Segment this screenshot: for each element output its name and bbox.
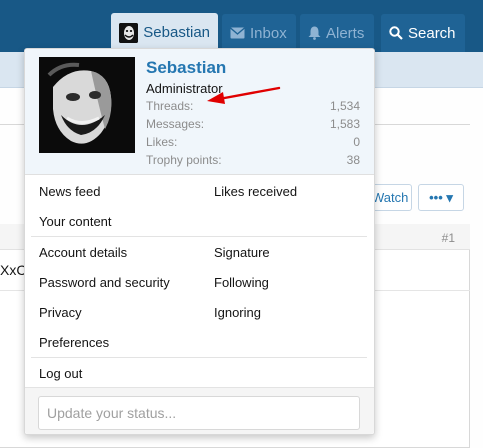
search-icon — [389, 26, 403, 40]
menu-divider — [31, 357, 367, 358]
status-update-area — [25, 387, 374, 434]
inbox-tab[interactable]: Inbox — [222, 14, 296, 52]
stat-label: Messages: — [146, 117, 205, 131]
post-number[interactable]: #1 — [442, 231, 455, 245]
annotation-arrow-icon — [207, 86, 281, 104]
stat-messages: Messages: 1,583 — [146, 117, 360, 131]
menu-item-log-out[interactable]: Log out — [39, 366, 82, 381]
stat-label: Likes: — [146, 135, 178, 149]
more-options-button[interactable]: ••• ▾ — [418, 184, 464, 211]
alerts-tab[interactable]: Alerts — [300, 14, 374, 52]
menu-item-likes-received[interactable]: Likes received — [214, 184, 297, 199]
menu-item-your-content[interactable]: Your content — [39, 214, 112, 229]
menu-item-ignoring[interactable]: Ignoring — [214, 305, 261, 320]
menu-item-preferences[interactable]: Preferences — [39, 335, 109, 350]
user-avatar[interactable] — [39, 57, 135, 153]
stat-value: 38 — [346, 153, 360, 167]
menu-item-signature[interactable]: Signature — [214, 245, 270, 260]
stat-label: Threads: — [146, 99, 194, 113]
menu-divider — [31, 236, 367, 237]
stat-trophy-points: Trophy points: 38 — [146, 153, 360, 167]
menu-item-privacy[interactable]: Privacy — [39, 305, 82, 320]
menu-item-password-security[interactable]: Password and security — [39, 275, 170, 290]
stat-value: 0 — [353, 135, 360, 149]
stat-value: 1,534 — [329, 99, 360, 113]
user-avatar-small — [119, 22, 139, 43]
bell-icon — [308, 26, 321, 40]
menu-item-following[interactable]: Following — [214, 275, 269, 290]
stat-label: Trophy points: — [146, 153, 222, 167]
inbox-tab-label: Inbox — [250, 24, 287, 42]
account-menu: Sebastian Administrator Threads: 1,534 M… — [24, 48, 375, 435]
account-menu-header: Sebastian Administrator Threads: 1,534 M… — [25, 49, 374, 175]
alerts-tab-label: Alerts — [326, 24, 365, 42]
stat-value: 1,583 — [329, 117, 360, 131]
search-tab[interactable]: Search — [381, 14, 465, 52]
user-tab-label: Sebastian — [143, 24, 210, 41]
user-name-link[interactable]: Sebastian — [146, 58, 226, 78]
status-input[interactable] — [38, 396, 360, 430]
envelope-icon — [230, 27, 245, 39]
menu-item-account-details[interactable]: Account details — [39, 245, 127, 260]
stat-likes: Likes: 0 — [146, 135, 360, 149]
menu-item-news-feed[interactable]: News feed — [39, 184, 100, 199]
search-tab-label: Search — [408, 24, 456, 42]
